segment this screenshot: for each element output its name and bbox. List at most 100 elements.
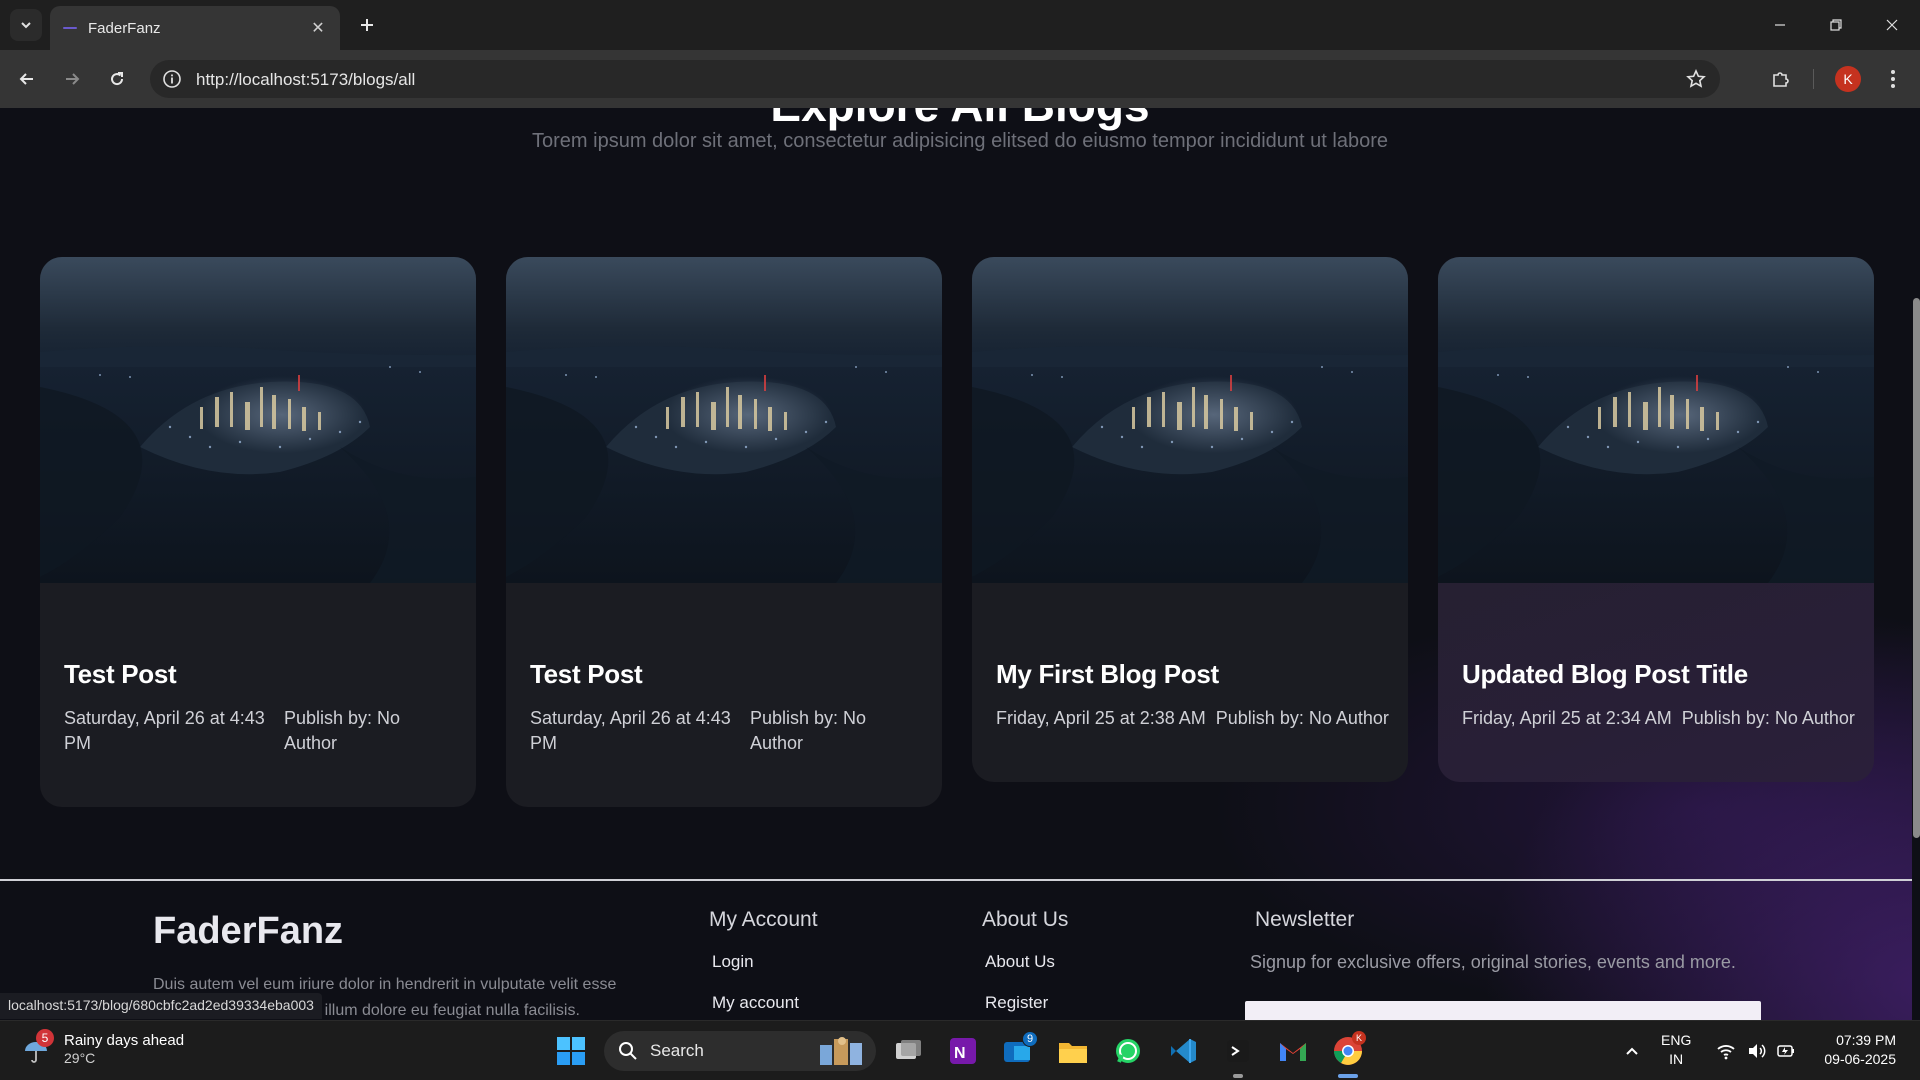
browser-tab-strip: FaderFanz ✕ [0, 0, 1920, 50]
weather-widget[interactable]: 5 Rainy days ahead 29°C [22, 1028, 185, 1066]
bookmark-star-icon[interactable] [1686, 69, 1706, 94]
footer-link-login[interactable]: Login [712, 952, 818, 972]
chevron-up-icon [1626, 1047, 1638, 1055]
address-bar[interactable]: http://localhost:5173/blogs/all [150, 60, 1720, 98]
puzzle-icon [1773, 72, 1789, 87]
minimize-button[interactable] [1752, 0, 1808, 50]
blog-author: Publish by: No Author [750, 708, 867, 753]
footer-col-title: About Us [982, 908, 1069, 931]
weather-title: Rainy days ahead [64, 1032, 185, 1049]
toolbar-divider [1813, 69, 1814, 89]
blog-card[interactable]: Test Post Saturday, April 26 at 4:43 PM … [506, 257, 942, 807]
whatsapp-icon [1116, 1039, 1140, 1063]
page-scrollbar[interactable] [1912, 108, 1920, 1020]
search-icon [619, 1042, 637, 1060]
wifi-icon [1717, 1045, 1735, 1060]
battery-status[interactable] [1768, 1033, 1804, 1069]
arrow-right-icon [66, 73, 80, 85]
folder-icon [1059, 1043, 1087, 1063]
whatsapp-app[interactable] [1110, 1033, 1146, 1069]
system-clock[interactable]: 07:39 PM 09-06-2025 [1812, 1031, 1896, 1069]
scrollbar-thumb[interactable] [1913, 298, 1920, 838]
footer-col-title: Newsletter [1255, 908, 1355, 931]
footer-brand[interactable]: FaderFanz [153, 910, 343, 953]
weather-alert-badge: 5 [36, 1028, 54, 1047]
forward-button[interactable] [56, 63, 88, 95]
windows-taskbar: 5 Rainy days ahead 29°C Search N 9 K ENG… [0, 1020, 1920, 1080]
footer-link-about-us[interactable]: About Us [985, 952, 1068, 972]
back-button[interactable] [11, 63, 43, 95]
close-window-button[interactable] [1864, 0, 1920, 50]
footer-about-us: About Us About Us Register [982, 908, 1068, 1020]
blog-author: Publish by: No Author [284, 708, 401, 753]
app-active-indicator [1338, 1074, 1358, 1078]
restore-icon [1830, 19, 1842, 31]
blog-title[interactable]: Test Post [530, 659, 918, 690]
footer-link-my-account[interactable]: My account [712, 993, 818, 1013]
footer-link-register[interactable]: Register [985, 993, 1068, 1013]
input-language[interactable]: ENG IN [1661, 1031, 1691, 1069]
app-running-indicator [1233, 1074, 1243, 1078]
browser-menu-button[interactable] [1877, 63, 1909, 95]
blog-title[interactable]: My First Blog Post [996, 659, 1384, 690]
site-info-icon[interactable] [162, 69, 182, 94]
blog-card[interactable]: Test Post Saturday, April 26 at 4:43 PM … [40, 257, 476, 807]
reload-icon [111, 72, 124, 86]
svg-text:N: N [954, 1045, 966, 1062]
footer-newsletter: Newsletter Signup for exclusive offers, … [1250, 908, 1736, 973]
terminal-app[interactable] [1220, 1033, 1256, 1069]
onenote-icon: N [950, 1038, 976, 1064]
gmail-app[interactable] [1275, 1033, 1311, 1069]
browser-tab[interactable]: FaderFanz ✕ [50, 6, 340, 50]
close-tab-icon[interactable]: ✕ [308, 18, 328, 38]
weather-temperature: 29°C [64, 1050, 96, 1066]
blog-date: Saturday, April 26 at 4:43 PM [64, 708, 265, 753]
task-view-icon [896, 1040, 921, 1059]
new-tab-button[interactable] [352, 10, 382, 40]
page-favicon-icon [62, 20, 78, 36]
chrome-app[interactable]: K [1330, 1031, 1366, 1069]
blog-title[interactable]: Updated Blog Post Title [1462, 659, 1850, 690]
gmail-icon [1280, 1043, 1306, 1061]
page-viewport: Explore All Blogs Torem ipsum dolor sit … [0, 108, 1920, 1020]
onenote-app[interactable]: N [945, 1033, 981, 1069]
url-text[interactable]: http://localhost:5173/blogs/all [196, 70, 415, 90]
task-view-button[interactable] [891, 1033, 927, 1069]
windows-start-button[interactable] [553, 1033, 589, 1069]
vscode-app[interactable] [1165, 1033, 1201, 1069]
newsletter-email-input[interactable] [1245, 1001, 1761, 1020]
more-vertical-icon [1891, 70, 1895, 88]
blog-cover-image [506, 257, 942, 583]
blog-author: Publish by: No Author [1681, 708, 1855, 728]
blog-card[interactable]: My First Blog Post Friday, April 25 at 2… [972, 257, 1408, 782]
reload-button[interactable] [101, 63, 133, 95]
page-subtitle: Torem ipsum dolor sit amet, consectetur … [532, 130, 1388, 152]
windows-logo-icon [557, 1037, 585, 1065]
terminal-icon [1227, 1040, 1249, 1062]
chrome-profile-badge: K [1352, 1031, 1366, 1045]
plus-icon [361, 19, 373, 31]
blog-cover-image [40, 257, 476, 583]
search-label: Search [650, 1041, 704, 1060]
battery-charging-icon [1777, 1045, 1794, 1057]
blog-cover-image [1438, 257, 1874, 583]
blog-date: Saturday, April 26 at 4:43 PM [530, 708, 731, 753]
link-hover-status: localhost:5173/blog/680cbfc2ad2ed39334eb… [0, 993, 322, 1019]
restore-button[interactable] [1808, 0, 1864, 50]
vscode-icon [1171, 1039, 1196, 1063]
extensions-button[interactable] [1765, 63, 1797, 95]
show-hidden-icons-button[interactable] [1614, 1033, 1650, 1069]
blog-cover-image [972, 257, 1408, 583]
file-explorer-app[interactable] [1055, 1033, 1091, 1069]
tab-title: FaderFanz [88, 19, 161, 37]
tab-search-button[interactable] [10, 9, 42, 41]
footer-divider [0, 879, 1912, 881]
profile-avatar[interactable]: K [1835, 66, 1861, 92]
outlook-unread-badge: 9 [1022, 1031, 1038, 1047]
outlook-app[interactable]: 9 [1000, 1031, 1038, 1069]
footer-my-account: My Account Login My account [709, 908, 818, 1020]
taskbar-search[interactable]: Search [604, 1031, 876, 1071]
blog-title[interactable]: Test Post [64, 659, 452, 690]
clock-date: 09-06-2025 [1824, 1051, 1896, 1067]
blog-card[interactable]: Updated Blog Post Title Friday, April 25… [1438, 257, 1874, 782]
